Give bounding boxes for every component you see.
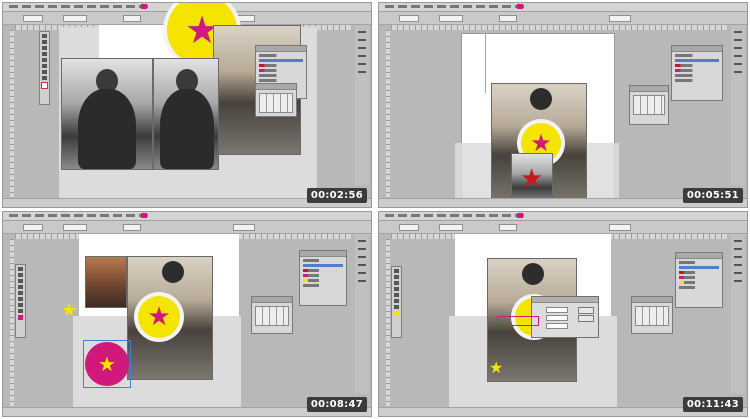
vertical-offset-field[interactable] [546,323,568,329]
timecode: 00:02:56 [306,188,367,203]
photo-soldier-right[interactable] [153,58,219,170]
transform-panel[interactable] [255,83,297,117]
control-bar[interactable] [379,12,747,25]
screen-2: ★ ★ 00:05:51 [378,2,748,208]
transform-panel[interactable] [629,85,669,125]
horizontal-ruler [391,25,727,30]
photo-soldier[interactable]: ★ [511,153,553,203]
count-field[interactable] [546,307,568,313]
yellow-circle[interactable]: ★ [138,296,180,338]
guide-line[interactable] [485,33,486,93]
timecode: 00:05:51 [682,188,743,203]
horizontal-offset-field[interactable] [546,315,568,321]
star-icon[interactable]: ★ [530,131,552,155]
tools-panel[interactable] [15,264,26,338]
transform-panel[interactable] [251,296,293,334]
star-icon[interactable]: ★ [147,304,170,330]
timecode: 00:11:43 [682,397,743,412]
panel-dock[interactable] [731,234,745,394]
timecode: 00:08:47 [306,397,367,412]
circle-frame[interactable]: ★ [134,292,184,342]
menu-bar[interactable] [379,212,747,221]
star-icon[interactable]: ★ [98,354,116,374]
vertical-ruler [10,30,14,197]
transform-panel[interactable] [631,296,673,334]
swatches-panel[interactable] [299,250,347,306]
menu-bar[interactable] [379,3,747,12]
panel-dock[interactable] [355,25,369,185]
tools-panel[interactable] [39,31,50,105]
panel-dock[interactable] [731,25,745,185]
screen-3: ★ ★ ★ 00:08:47 [2,211,372,417]
swatches-panel[interactable] [675,252,723,308]
star-icon[interactable]: ★ [520,166,543,192]
selection-box[interactable] [497,316,539,326]
vertical-ruler [386,30,390,197]
vertical-ruler [10,239,14,406]
tools-panel[interactable] [391,266,402,338]
photo-soldier-left[interactable] [61,58,153,170]
screen-1: ★ 00:02:56 [2,2,372,208]
screen-4: ★ 00:11:43 [378,211,748,417]
panel-dock[interactable] [355,234,369,394]
cancel-button[interactable] [578,315,594,322]
star-icon[interactable]: ★ [489,360,503,376]
photo-couple[interactable] [85,256,127,308]
ok-button[interactable] [578,307,594,314]
star-icon[interactable]: ★ [61,302,77,320]
menu-bar[interactable] [3,212,371,221]
magenta-circle[interactable]: ★ [85,342,129,386]
swatches-panel[interactable] [671,45,723,101]
control-bar[interactable] [379,221,747,234]
step-and-repeat-dialog[interactable] [531,296,599,338]
control-bar[interactable] [3,221,371,234]
vertical-ruler [386,239,390,406]
